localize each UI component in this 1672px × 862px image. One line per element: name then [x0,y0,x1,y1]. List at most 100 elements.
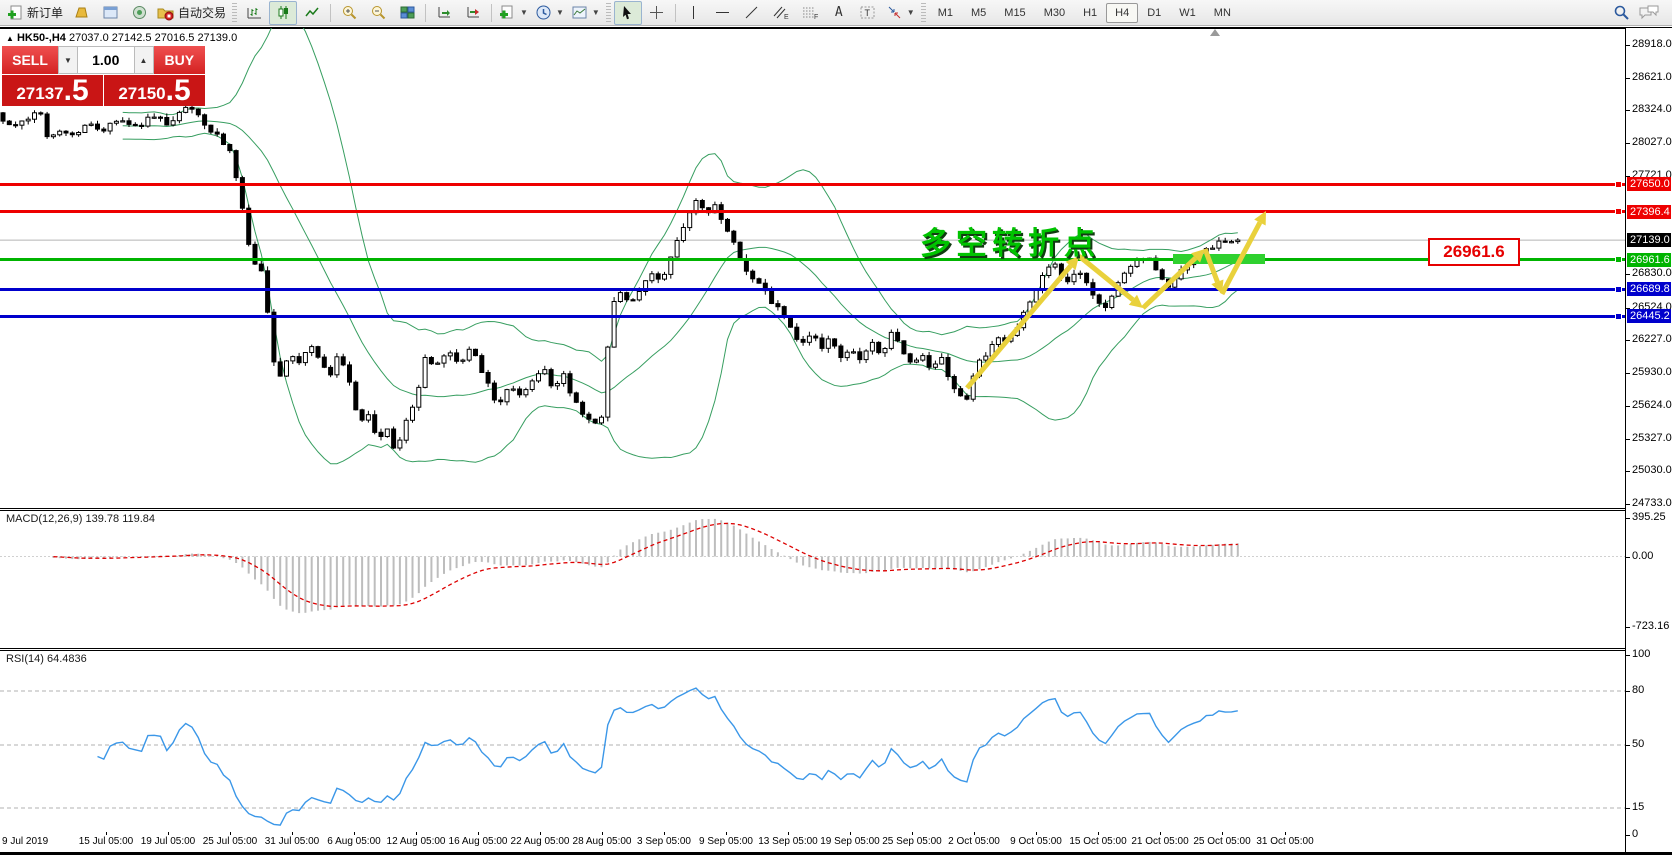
main-chart-pane[interactable] [0,28,1625,508]
buy-price-display[interactable]: 27150 .5 [104,75,205,106]
chat-icon[interactable] [1638,4,1660,21]
sell-price-display[interactable]: 27137 .5 [2,75,103,106]
market-watch-button[interactable] [67,1,95,25]
horizontal-level-line[interactable] [0,287,1625,291]
price-axis-tick-label: 25327.0 [1632,431,1672,444]
timeframe-m1[interactable]: M1 [929,3,962,23]
search-icon[interactable] [1613,4,1630,21]
text-label-button[interactable]: T [854,1,882,25]
rsi-pane[interactable] [0,651,1625,832]
text-button[interactable]: A [825,1,853,25]
vertical-line-button[interactable] [680,1,708,25]
line-anchor-marker[interactable] [1615,180,1622,188]
tile-windows-button[interactable] [393,1,421,25]
macd-axis-label: 0.00 [1632,549,1654,562]
horizontal-level-line[interactable] [0,258,1625,262]
zoom-in-button[interactable] [335,1,363,25]
cursor-icon [623,6,632,20]
pane-separator[interactable] [0,508,1672,509]
macd-pane[interactable] [0,511,1625,648]
axis-tick [1626,110,1630,112]
arrows-button[interactable]: ▼ [883,1,918,25]
chart-shift-icon [467,7,479,18]
timeframe-m5[interactable]: M5 [962,3,995,23]
volume-decrease-button[interactable]: ▼ [58,46,78,74]
rsi-label: RSI(14) 64.4836 [6,653,87,665]
cursor-button[interactable] [613,0,642,25]
line-chart-icon [304,7,319,17]
chart-shift-marker[interactable] [1210,29,1220,36]
buy-button[interactable]: BUY [153,46,205,74]
horizontal-level-line[interactable] [0,210,1625,214]
periods-button[interactable]: ▼ [532,1,567,25]
price-axis-label: 27396.4 [1627,204,1671,219]
navigator-button[interactable] [96,1,124,25]
new-chart-icon [500,5,513,19]
price-level-flag[interactable]: 26961.6 [1428,238,1520,266]
time-axis-label: 16 Aug 05:00 [448,836,508,847]
time-axis-label: 31 Jul 05:00 [264,836,320,847]
horizontal-line-button[interactable] [709,1,737,25]
line-anchor-marker[interactable] [1615,256,1622,264]
volume-increase-button[interactable]: ▲ [133,46,154,74]
price-axis-tick-label: 26830.0 [1632,267,1672,279]
chart-shift-button[interactable] [459,1,487,25]
price-axis[interactable]: 28918.0 28621.0 28324.0 28027.0 27721.0 26830… [1626,28,1672,852]
data-window-button[interactable] [125,1,153,25]
trendline-icon [745,6,758,19]
candlestick-chart-button[interactable] [269,0,298,25]
time-axis-label: 13 Sep 05:00 [758,836,818,847]
toolbar-separator [425,3,427,22]
toolbar-grip [232,2,238,23]
time-tick [168,832,169,835]
time-tick [540,832,541,835]
equidistant-channel-button[interactable]: E [767,1,795,25]
crosshair-button[interactable] [643,1,671,25]
zoom-out-button[interactable] [364,1,392,25]
axis-tick [1626,45,1630,46]
time-tick [1285,832,1286,835]
volume-input[interactable] [78,46,134,74]
timeframe-h4[interactable]: H4 [1106,2,1139,23]
horizontal-level-line[interactable] [0,314,1625,318]
collapse-triangle-icon[interactable]: ▲ [6,34,14,43]
ohlc-close: 27139.0 [197,32,238,44]
fibonacci-button[interactable]: F [796,1,824,25]
new-chart-button[interactable]: ▼ [496,1,531,25]
trendline-button[interactable] [738,1,766,25]
templates-button[interactable]: ▼ [568,1,603,25]
timeframe-h1[interactable]: H1 [1074,3,1106,23]
text-icon: A [834,5,843,20]
sell-button[interactable]: SELL [2,46,58,74]
auto-scroll-button[interactable] [430,1,458,25]
axis-tick [1626,471,1630,473]
timeframe-m30[interactable]: M30 [1035,3,1074,23]
time-axis[interactable]: 9 Jul 2019 15 Jul 05:00 19 Jul 05:00 25 Jul… [0,832,1625,852]
time-tick [1160,832,1161,835]
axis-tick [1626,142,1630,144]
autotrading-button[interactable]: 自动交易 [154,1,229,25]
toolbar: 新订单 自动交易 ▼ ▼ ▼ E F A T ▼ M1 M5 M15 M30 H… [0,0,1672,26]
time-axis-label: 25 Sep 05:00 [882,836,942,847]
rsi-value: 64.4836 [46,653,87,665]
fibonacci-icon: F [802,7,818,21]
horizontal-level-line[interactable] [0,182,1625,186]
timeframe-m15[interactable]: M15 [995,3,1034,23]
line-chart-button[interactable] [298,1,326,25]
timeframe-w1[interactable]: W1 [1170,3,1205,23]
buy-price-main: 27150 [118,84,166,103]
timeframe-mn[interactable]: MN [1205,3,1240,23]
timeframe-d1[interactable]: D1 [1138,3,1170,23]
new-order-button[interactable]: 新订单 [4,1,66,25]
toolbar-separator [330,3,332,22]
time-axis-label: 15 Jul 05:00 [78,836,134,847]
time-axis-label: 21 Oct 05:00 [1131,836,1189,847]
line-anchor-marker[interactable] [1615,285,1622,293]
bar-chart-button[interactable] [240,1,268,25]
line-anchor-marker[interactable] [1615,208,1622,216]
templates-icon [572,6,587,19]
time-axis-label: 9 Sep 05:00 [699,836,753,847]
zoom-out-icon [371,6,385,20]
line-anchor-marker[interactable] [1615,312,1622,320]
pane-separator[interactable] [0,648,1672,649]
